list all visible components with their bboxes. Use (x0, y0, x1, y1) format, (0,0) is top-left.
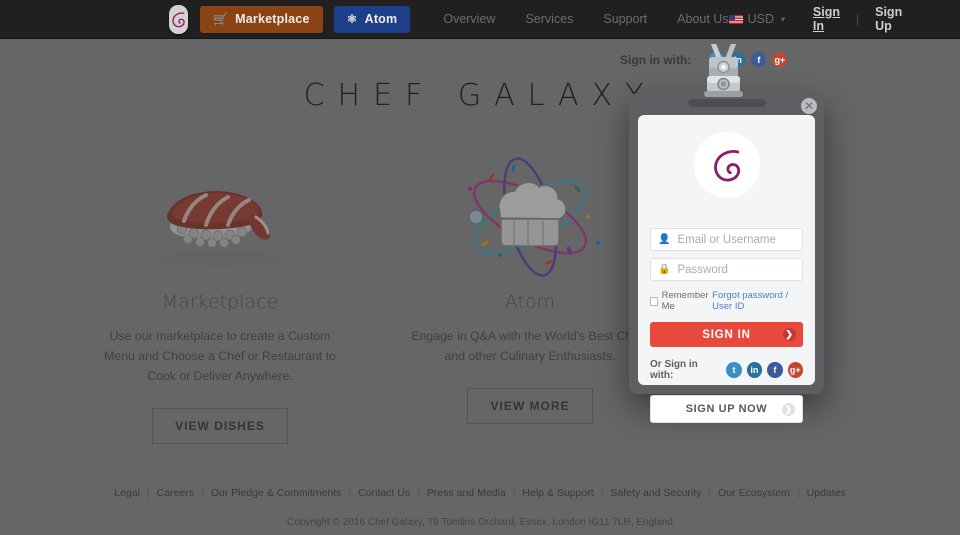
nav-marketplace-button[interactable]: 🛒 Marketplace (200, 5, 323, 33)
nav-link-support[interactable]: Support (603, 12, 647, 26)
sign-in-modal: ✕ 👤 Email or Username 🔒 Password Remembe… (629, 93, 824, 423)
forgot-password-link[interactable]: Forgot password / User ID (712, 290, 803, 312)
chevron-right-icon: ❯ (783, 328, 796, 341)
nav-link-about-us[interactable]: About Us (677, 12, 728, 26)
navbar-right-group: USD ▼ Sign In | Sign Up (728, 5, 949, 33)
email-field-placeholder: Email or Username (677, 233, 776, 246)
nav-atom-button[interactable]: ⚛ Atom (333, 5, 411, 33)
remember-me-label: Remember Me (661, 290, 709, 312)
nav-link-services[interactable]: Services (525, 12, 573, 26)
nav-sign-in-link[interactable]: Sign In (813, 5, 840, 33)
chevron-right-icon: ❯ (782, 402, 795, 416)
top-sign-in-with-label: Sign in with: (620, 52, 692, 67)
page-root: 🛒 Marketplace ⚛ Atom Overview Services S… (0, 0, 960, 535)
sign-up-now-label: SIGN UP NOW (685, 403, 768, 415)
google-plus-icon[interactable]: g+ (772, 52, 788, 67)
chef-galaxy-logo-icon (693, 132, 760, 198)
email-field[interactable]: 👤 Email or Username (650, 228, 803, 251)
currency-label: USD (747, 12, 774, 26)
remember-me-checkbox[interactable]: Remember Me (650, 290, 712, 312)
currency-selector[interactable]: USD ▼ (728, 12, 787, 26)
atom-icon: ⚛ (346, 12, 358, 26)
password-field[interactable]: 🔒 Password (650, 258, 803, 281)
nav-sign-up-link[interactable]: Sign Up (875, 5, 902, 33)
sign-in-submit-button[interactable]: SIGN IN ❯ (650, 322, 803, 347)
linkedin-icon[interactable]: in (746, 362, 763, 378)
password-field-placeholder: Password (677, 263, 728, 276)
facebook-icon[interactable]: f (767, 362, 783, 378)
sign-in-submit-label: SIGN IN (702, 328, 751, 341)
close-icon[interactable]: ✕ (801, 98, 817, 114)
top-navbar: 🛒 Marketplace ⚛ Atom Overview Services S… (0, 0, 960, 39)
nav-marketplace-label: Marketplace (235, 12, 310, 26)
user-icon: 👤 (658, 233, 671, 245)
badge-lanyard-clip-icon (700, 29, 747, 104)
modal-social-row: Or Sign in with: t in f g+ (650, 359, 804, 381)
facebook-icon[interactable]: f (751, 52, 767, 67)
lock-icon: 🔒 (658, 263, 671, 275)
top-sign-in-with-group: Sign in with: t in f g+ (620, 52, 880, 67)
chef-galaxy-logo-icon[interactable] (169, 4, 188, 34)
nav-link-overview[interactable]: Overview (443, 12, 495, 26)
sign-in-card: 👤 Email or Username 🔒 Password Remember … (638, 115, 815, 423)
cart-icon: 🛒 (213, 12, 229, 26)
or-sign-in-with-label: Or Sign in with: (650, 359, 698, 381)
sign-up-now-button[interactable]: SIGN UP NOW ❯ (650, 395, 803, 423)
us-flag-icon (728, 14, 743, 24)
twitter-icon[interactable]: t (726, 362, 742, 378)
navbar-separator: | (856, 12, 860, 26)
checkbox-box-icon (650, 296, 658, 306)
nav-atom-label: Atom (364, 12, 398, 26)
remember-forgot-row: Remember Me Forgot password / User ID (650, 290, 803, 312)
chevron-down-icon: ▼ (778, 14, 787, 24)
google-plus-icon[interactable]: g+ (787, 362, 804, 378)
